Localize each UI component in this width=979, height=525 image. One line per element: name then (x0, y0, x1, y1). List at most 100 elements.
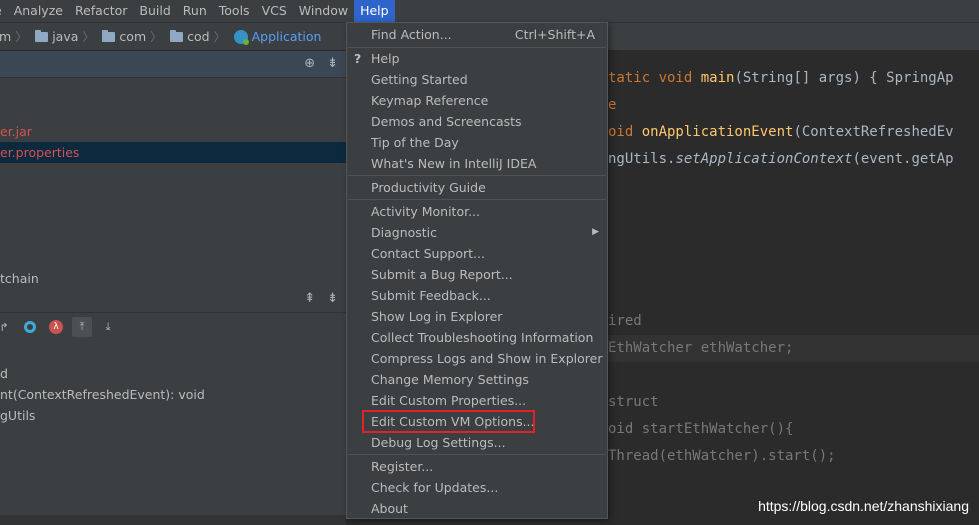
code-token: (String[] args) { SpringAp (734, 70, 954, 86)
menu-item-label: Demos and Screencasts (371, 114, 522, 129)
code-line: oid startEthWatcher(){ (608, 416, 979, 443)
menu-item-collect-troubleshooting[interactable]: Collect Troubleshooting Information (347, 327, 607, 348)
menu-item-compress-logs[interactable]: Compress Logs and Show in Explorer (347, 348, 607, 369)
menu-item-diagnostic[interactable]: Diagnostic ▶ (347, 222, 607, 243)
menu-item-label: Change Memory Settings (371, 372, 529, 387)
menu-item-find-action[interactable]: Find Action... Ctrl+Shift+A (347, 24, 607, 45)
menu-run[interactable]: Run (177, 0, 213, 22)
show-lambdas-icon[interactable]: λ (46, 317, 66, 337)
tree-item-jar[interactable]: er.jar (0, 121, 346, 142)
breadcrumb-label: m (0, 29, 12, 44)
menu-refactor[interactable]: Refactor (69, 0, 133, 22)
project-panel: ⊕ ⇟ er.jar er.properties tchain ⇞ ⇟ ↱ λ … (0, 51, 346, 525)
code-line-caret: EthWatcher ethWatcher; (608, 335, 979, 362)
structure-item[interactable]: nt(ContextRefreshedEvent): void (0, 384, 346, 405)
menu-file[interactable]: e (0, 0, 8, 22)
menu-separator (348, 199, 606, 200)
menu-item-show-log[interactable]: Show Log in Explorer (347, 306, 607, 327)
menu-tools[interactable]: Tools (213, 0, 256, 22)
code-token: (event.getAp (852, 151, 954, 167)
menu-analyze[interactable]: Analyze (8, 0, 69, 22)
menu-build[interactable]: Build (133, 0, 176, 22)
menu-item-label: Register... (371, 459, 434, 474)
menu-item-label: Submit Feedback... (371, 288, 491, 303)
menu-item-about[interactable]: About (347, 498, 607, 519)
menu-item-submit-bug[interactable]: Submit a Bug Report... (347, 264, 607, 285)
code-line: e (608, 92, 979, 119)
project-panel-header: ⊕ ⇟ (0, 51, 346, 78)
menu-help[interactable]: Help (354, 0, 395, 22)
submenu-arrow-icon: ▶ (592, 227, 599, 237)
locate-target-icon[interactable]: ⊕ (304, 56, 315, 71)
code-token: (ContextRefreshedEv (793, 124, 954, 140)
breadcrumb-label: cod (187, 29, 210, 44)
menu-item-keymap-reference[interactable]: Keymap Reference (347, 90, 607, 111)
code-editor[interactable]: tatic void main(String[] args) { SpringA… (608, 51, 979, 524)
menu-item-debug-log-settings[interactable]: Debug Log Settings... (347, 432, 607, 453)
menu-separator (348, 454, 606, 455)
breadcrumb-item-main[interactable]: m 〉 (0, 28, 33, 45)
menu-item-edit-custom-properties[interactable]: Edit Custom Properties... (347, 390, 607, 411)
breadcrumb-item-java[interactable]: java 〉 (33, 28, 100, 45)
menu-item-label: Check for Updates... (371, 480, 499, 495)
breadcrumb-item-cod[interactable]: cod 〉 (168, 28, 231, 45)
code-token: ired (608, 313, 642, 329)
structure-item-label: d (0, 366, 8, 381)
navigate-from-source-icon[interactable]: ⤓ (98, 317, 118, 337)
menu-item-whats-new[interactable]: What's New in IntelliJ IDEA (347, 153, 607, 174)
code-token: main (700, 70, 735, 86)
menu-item-label: Diagnostic (371, 225, 438, 240)
menu-item-help[interactable]: ? Help (347, 48, 607, 69)
code-token: Thread(ethWatcher).start(); (608, 448, 836, 464)
chevron-right-icon: 〉 (82, 30, 95, 44)
menu-item-label: Contact Support... (371, 246, 485, 261)
menu-item-tip-of-day[interactable]: Tip of the Day (347, 132, 607, 153)
code-token: EthWatcher ethWatcher; (608, 340, 794, 356)
breadcrumb-label: com (119, 29, 147, 44)
code-line: tatic void main(String[] args) { SpringA… (608, 65, 979, 92)
menu-window[interactable]: Window (293, 0, 354, 22)
menu-item-label: Productivity Guide (371, 180, 486, 195)
navigate-to-source-icon[interactable]: ⤒ (72, 317, 92, 337)
red-highlight-annotation (362, 410, 535, 433)
code-line: oid onApplicationEvent(ContextRefreshedE… (608, 119, 979, 146)
menu-item-getting-started[interactable]: Getting Started (347, 69, 607, 90)
menu-item-label: Help (371, 51, 400, 66)
menu-item-activity-monitor[interactable]: Activity Monitor... (347, 201, 607, 222)
breadcrumb-item-com[interactable]: com 〉 (100, 28, 168, 45)
breadcrumb-label: java (52, 29, 79, 44)
code-line: ired (608, 308, 979, 335)
menu-item-label: Tip of the Day (371, 135, 459, 150)
folder-icon (102, 29, 116, 42)
menu-item-contact-support[interactable]: Contact Support... (347, 243, 607, 264)
code-token: oid (608, 124, 642, 140)
breadcrumb-item-application[interactable]: Application (232, 29, 324, 45)
code-token: setApplicationContext (675, 151, 853, 167)
code-token: oid (608, 421, 642, 437)
menu-item-productivity-guide[interactable]: Productivity Guide (347, 177, 607, 198)
expand-all-icon[interactable]: ⇞ (304, 291, 315, 306)
structure-item[interactable]: gUtils (0, 405, 346, 426)
menu-item-check-updates[interactable]: Check for Updates... (347, 477, 607, 498)
collapse-all-icon[interactable]: ⇟ (327, 56, 338, 71)
menu-item-label: Find Action... (371, 27, 452, 42)
menu-item-label: Getting Started (371, 72, 468, 87)
watermark-text: https://blog.csdn.net/zhanshixiang (758, 498, 969, 514)
folder-icon (35, 29, 49, 42)
menu-item-demos[interactable]: Demos and Screencasts (347, 111, 607, 132)
code-line: ngUtils.setApplicationContext(event.getA… (608, 146, 979, 173)
structure-item[interactable]: d (0, 363, 346, 384)
menu-item-submit-feedback[interactable]: Submit Feedback... (347, 285, 607, 306)
show-properties-icon[interactable] (20, 317, 40, 337)
tree-item-properties[interactable]: er.properties (0, 142, 346, 163)
menu-vcs[interactable]: VCS (256, 0, 293, 22)
menu-item-label: Collect Troubleshooting Information (371, 330, 594, 345)
tree-item-label: er.jar (0, 124, 32, 139)
menu-item-change-memory[interactable]: Change Memory Settings (347, 369, 607, 390)
menu-item-label: Activity Monitor... (371, 204, 481, 219)
menu-item-label: Edit Custom Properties... (371, 393, 527, 408)
sort-icon[interactable]: ↱ (0, 317, 14, 337)
structure-panel-header: ⇞ ⇟ (0, 286, 346, 313)
menu-item-register[interactable]: Register... (347, 456, 607, 477)
collapse-all-icon[interactable]: ⇟ (327, 291, 338, 306)
